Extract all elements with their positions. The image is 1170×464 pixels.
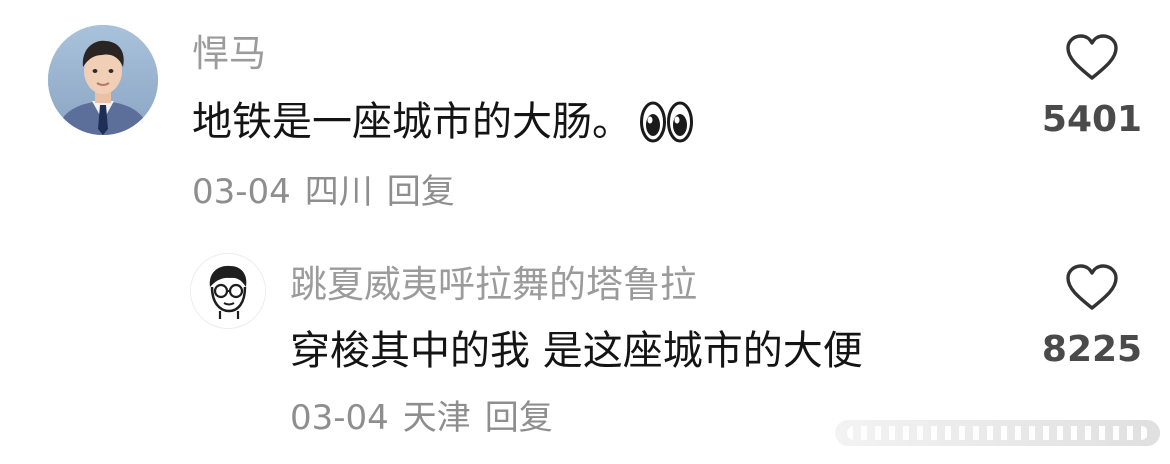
- avatar[interactable]: [48, 25, 158, 135]
- heart-outline-icon[interactable]: [1065, 34, 1119, 82]
- like-count: 5401: [1041, 99, 1143, 140]
- watermark-pattern: [847, 426, 1148, 440]
- comment-location: 天津: [402, 398, 471, 438]
- comment-username[interactable]: 悍马: [192, 32, 266, 76]
- comment-text-row: 地铁是一座城市的大肠。: [192, 97, 694, 147]
- comment-meta: 03-04 四川 回复: [192, 171, 455, 213]
- comment-text: 地铁是一座城市的大肠。: [192, 99, 632, 145]
- comment-date: 03-04: [192, 172, 291, 212]
- comment-text-row: 穿梭其中的我 是这座城市的大便: [290, 326, 863, 376]
- heart-outline-icon[interactable]: [1065, 264, 1119, 312]
- comment-text: 穿梭其中的我 是这座城市的大便: [290, 328, 863, 374]
- comment-username[interactable]: 跳夏威夷呼拉舞的塔鲁拉: [290, 263, 697, 307]
- like-count: 8225: [1041, 329, 1143, 370]
- avatar[interactable]: [190, 253, 266, 329]
- eyes-emoji-icon: [640, 101, 694, 143]
- avatar-image: [48, 25, 158, 135]
- comment-date: 03-04: [290, 398, 389, 438]
- like-control[interactable]: 8225: [1037, 264, 1147, 370]
- comment-meta: 03-04 天津 回复: [290, 397, 553, 439]
- like-control[interactable]: 5401: [1037, 34, 1147, 140]
- watermark: [835, 420, 1160, 446]
- reply-button[interactable]: 回复: [387, 172, 455, 212]
- comment-location: 四川: [304, 172, 373, 212]
- avatar-image: [191, 254, 265, 328]
- reply-button[interactable]: 回复: [485, 398, 553, 438]
